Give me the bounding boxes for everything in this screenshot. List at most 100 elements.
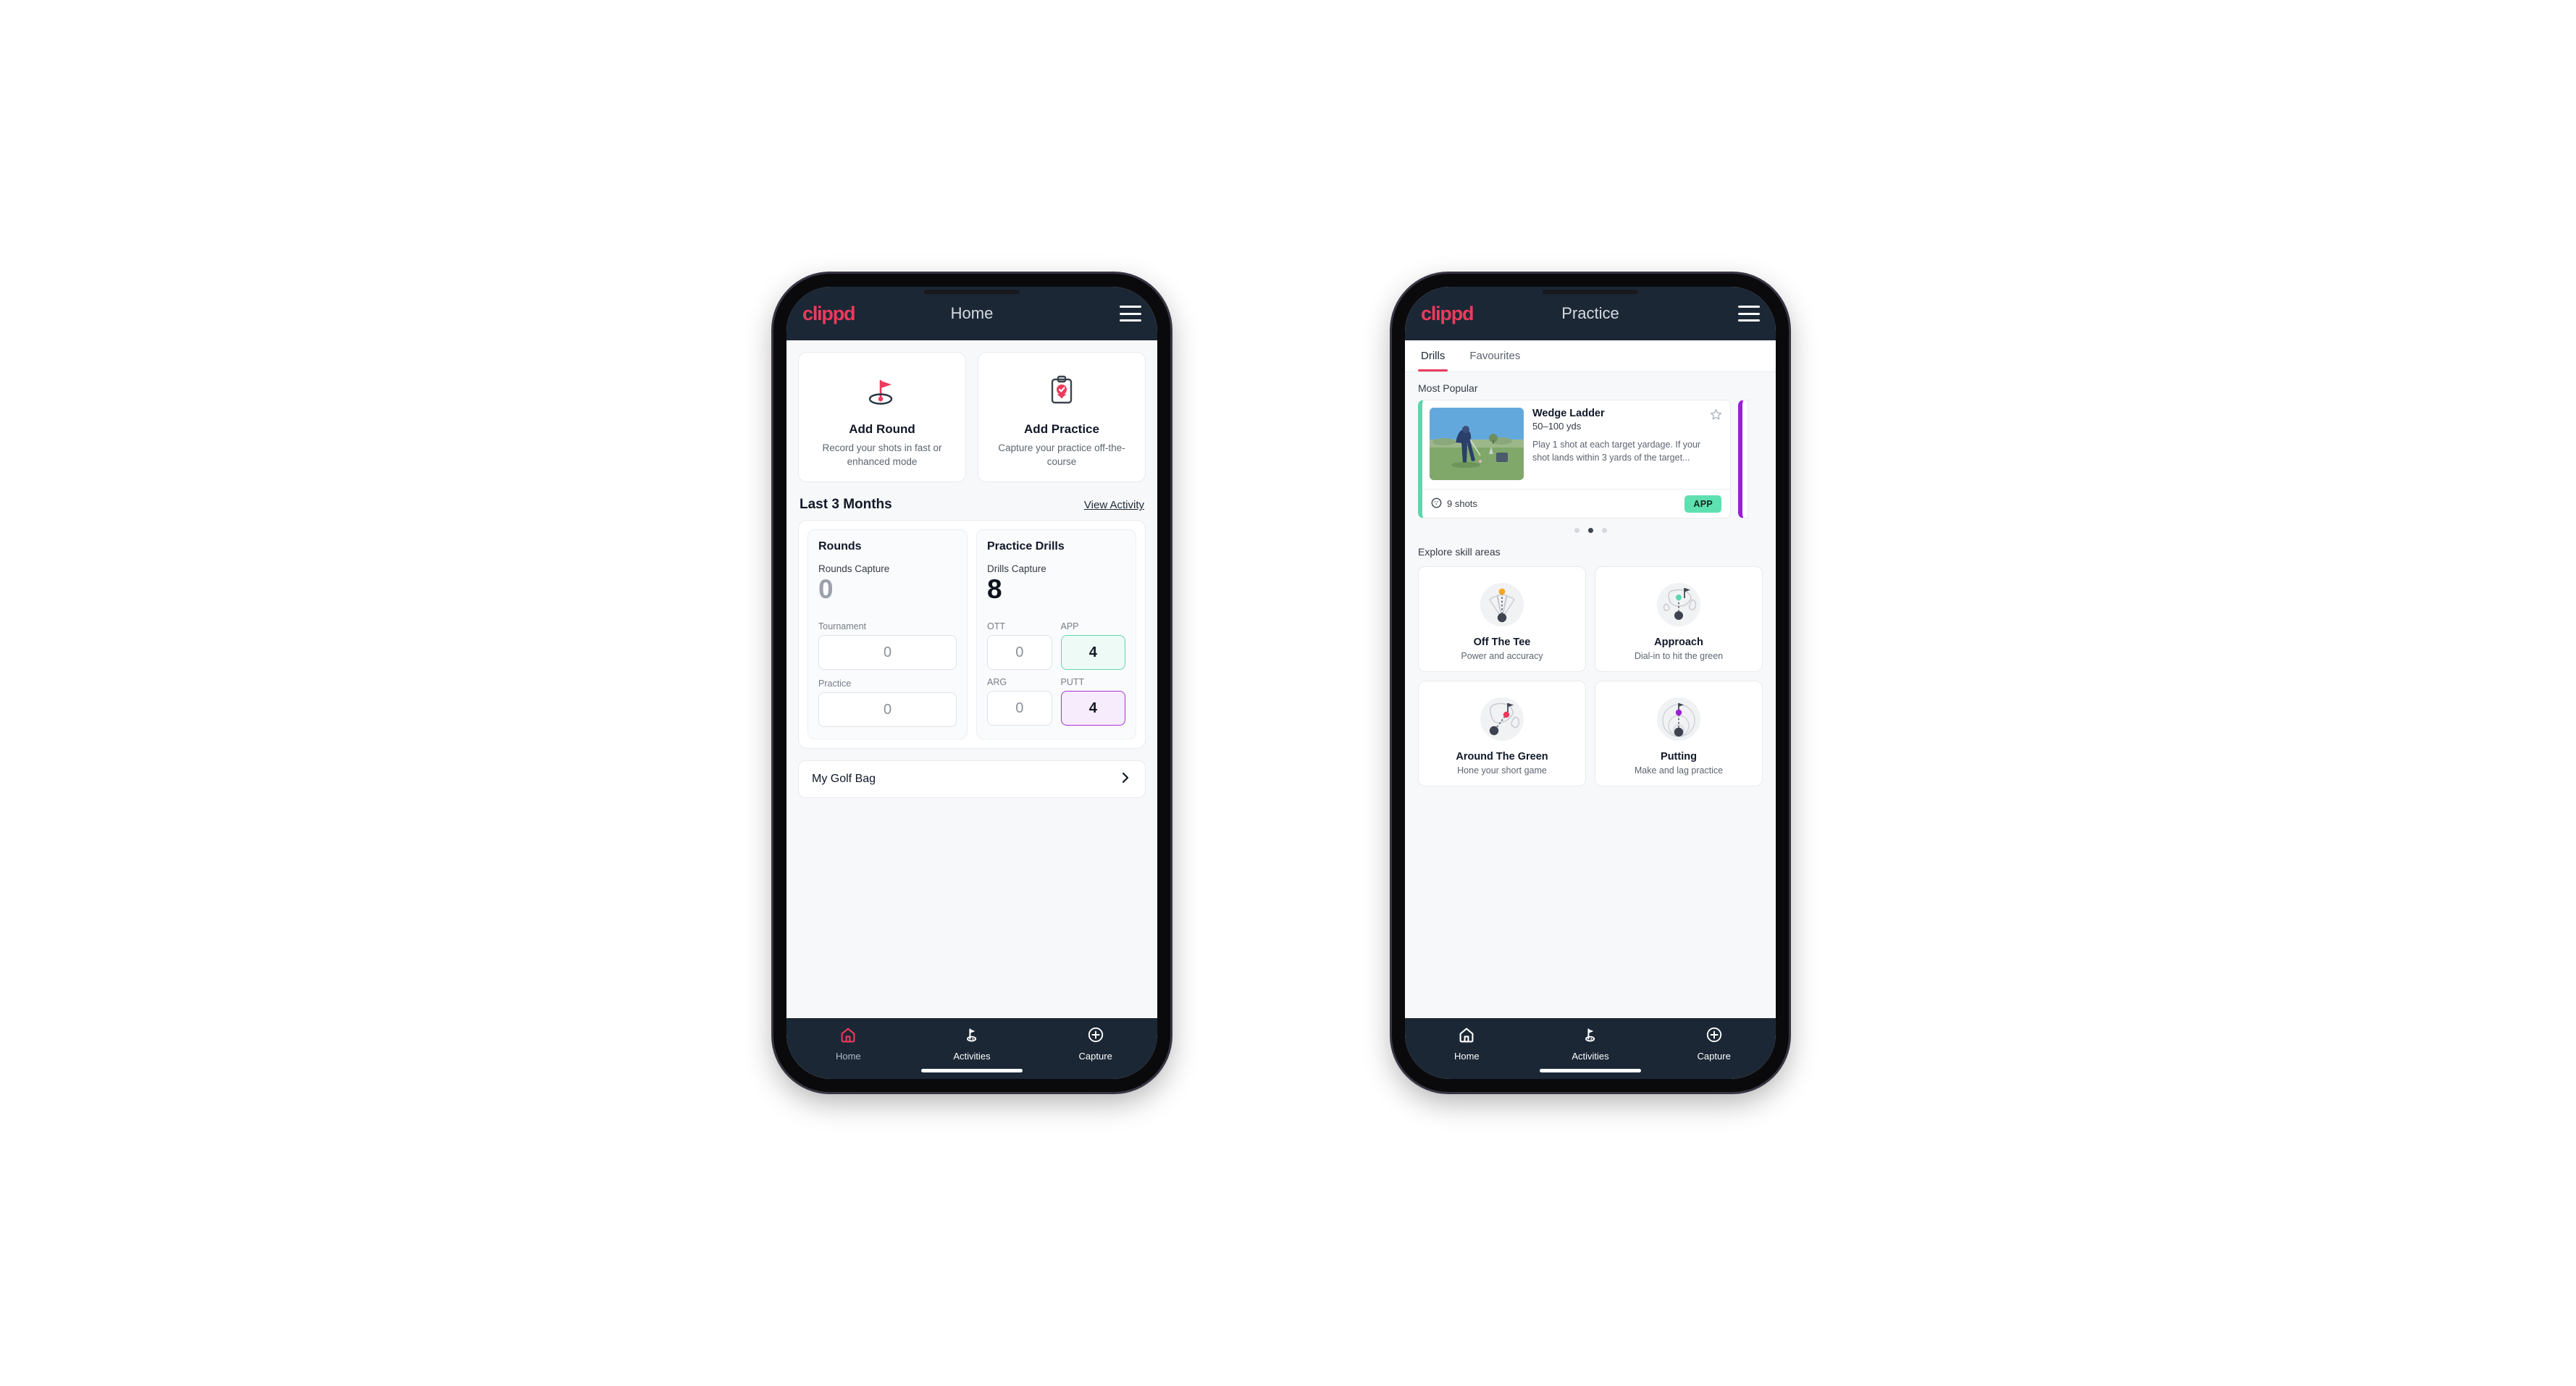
tab-drills[interactable]: Drills xyxy=(1418,340,1448,371)
practice-app-bar: clippd Practice xyxy=(1405,287,1776,340)
rounds-capture-value: 0 xyxy=(818,574,834,605)
section-title: Last 3 Months xyxy=(800,497,892,513)
skill-card-off-the-tee[interactable]: Off The Tee Power and accuracy xyxy=(1418,566,1586,672)
practice-bottom-nav: Home Activities Capture xyxy=(1405,1018,1776,1079)
golfer-wedge-photo xyxy=(1430,408,1524,480)
green-approach-icon xyxy=(1601,577,1756,632)
explore-skill-areas-label: Explore skill areas xyxy=(1418,546,1501,558)
skill-subtitle: Dial-in to hit the green xyxy=(1634,651,1724,661)
ott-field: OTT 0 xyxy=(987,621,1052,671)
skill-subtitle: Power and accuracy xyxy=(1461,651,1543,661)
nav-activities[interactable]: Activities xyxy=(1529,1026,1653,1062)
putting-rings-icon xyxy=(1601,692,1756,747)
putt-label: PUTT xyxy=(1060,677,1085,688)
carousel-pagination xyxy=(1405,518,1776,536)
earpiece-speaker xyxy=(924,290,1020,294)
clippd-logo: clippd xyxy=(802,302,856,324)
add-practice-card[interactable]: Add Practice Capture your practice off-t… xyxy=(978,352,1146,483)
my-golf-bag-row[interactable]: My Golf Bag xyxy=(798,760,1146,799)
putt-field: PUTT 4 xyxy=(1060,677,1125,726)
app-field: APP 4 xyxy=(1060,621,1125,671)
home-content: Add Round Record your shots in fast or e… xyxy=(786,340,1157,1018)
golf-ball-icon xyxy=(1431,497,1442,511)
pagination-dot-active[interactable] xyxy=(1587,528,1593,533)
home-screen: clippd Home Add Round Record your shots … xyxy=(786,287,1157,1079)
hamburger-icon[interactable] xyxy=(1120,306,1141,322)
clippd-logo: clippd xyxy=(1421,302,1474,324)
ott-label: OTT xyxy=(987,621,1005,632)
skill-subtitle: Hone your short game xyxy=(1457,765,1547,776)
drill-shots: 9 shots xyxy=(1431,497,1477,511)
ott-value[interactable]: 0 xyxy=(987,635,1052,671)
rounds-column: Rounds Rounds Capture 0 Tournament 0 Pra… xyxy=(807,529,968,740)
practice-content: Most Popular Wedge Ladder 50–100 yds Pla… xyxy=(1405,372,1776,1018)
tab-favourites[interactable]: Favourites xyxy=(1467,340,1523,371)
tournament-field: Tournament 0 xyxy=(818,621,957,671)
home-app-bar: clippd Home xyxy=(786,287,1157,340)
nav-capture[interactable]: Capture xyxy=(1652,1026,1776,1062)
view-activity-link[interactable]: View Activity xyxy=(1084,499,1144,511)
drills-capture-label: Drills Capture xyxy=(987,563,1046,575)
practice-screen: clippd Practice Drills Favourites Most P… xyxy=(1405,287,1776,1079)
hamburger-icon[interactable] xyxy=(1738,306,1760,322)
nav-home-label: Home xyxy=(1453,1051,1480,1062)
tee-fan-icon xyxy=(1425,577,1579,632)
practice-label: Practice xyxy=(818,679,852,689)
pagination-dot[interactable] xyxy=(1601,528,1607,533)
skill-card-around-the-green[interactable]: Around The Green Hone your short game xyxy=(1418,681,1586,786)
add-practice-title: Add Practice xyxy=(1024,422,1099,436)
nav-capture-label: Capture xyxy=(1078,1051,1112,1062)
phone-practice: clippd Practice Drills Favourites Most P… xyxy=(1392,274,1789,1092)
chevron-right-icon xyxy=(1119,771,1132,788)
drill-carousel[interactable]: Wedge Ladder 50–100 yds Play 1 shot at e… xyxy=(1405,400,1776,518)
nav-home[interactable]: Home xyxy=(786,1026,910,1062)
home-icon xyxy=(1458,1026,1475,1047)
star-outline-icon[interactable] xyxy=(1709,408,1723,425)
practice-field: Practice 0 xyxy=(818,679,957,728)
golf-flag-hole-icon xyxy=(862,367,902,412)
putt-value[interactable]: 4 xyxy=(1060,691,1125,726)
add-round-title: Add Round xyxy=(849,422,915,436)
rounds-capture-label: Rounds Capture xyxy=(818,563,890,575)
drill-card-top: Wedge Ladder 50–100 yds Play 1 shot at e… xyxy=(1422,400,1730,489)
drill-card-footer: 9 shots APP xyxy=(1422,489,1730,518)
practice-value[interactable]: 0 xyxy=(818,692,957,728)
rounds-heading: Rounds xyxy=(818,540,862,553)
tab-drills-label: Drills xyxy=(1421,350,1446,362)
skill-card-putting[interactable]: Putting Make and lag practice xyxy=(1595,681,1763,786)
nav-activities-label: Activities xyxy=(953,1051,991,1062)
nav-activities[interactable]: Activities xyxy=(910,1026,1034,1062)
drill-shots-label: 9 shots xyxy=(1447,498,1477,509)
clipboard-check-icon xyxy=(1041,367,1082,412)
phone-home: clippd Home Add Round Record your shots … xyxy=(773,274,1170,1092)
arg-value[interactable]: 0 xyxy=(987,691,1052,726)
skill-card-approach[interactable]: Approach Dial-in to hit the green xyxy=(1595,566,1763,672)
practice-drills-column: Practice Drills Drills Capture 8 OTT 0 A… xyxy=(976,529,1136,740)
earpiece-speaker xyxy=(1543,290,1638,294)
add-practice-subtitle: Capture your practice off-the-course xyxy=(998,442,1125,467)
nav-capture[interactable]: Capture xyxy=(1033,1026,1157,1062)
skill-areas-grid: Off The Tee Power and accuracy Approach … xyxy=(1405,563,1776,798)
last-3-months-header: Last 3 Months View Activity xyxy=(786,482,1157,520)
app-value[interactable]: 4 xyxy=(1060,635,1125,671)
plus-circle-icon xyxy=(1706,1026,1723,1047)
practice-tabs: Drills Favourites xyxy=(1405,340,1776,372)
home-indicator xyxy=(1540,1069,1641,1072)
nav-home[interactable]: Home xyxy=(1405,1026,1529,1062)
plus-circle-icon xyxy=(1087,1026,1104,1047)
drill-meta: Wedge Ladder 50–100 yds Play 1 shot at e… xyxy=(1532,408,1723,480)
drills-heading: Practice Drills xyxy=(987,540,1065,553)
nav-home-label: Home xyxy=(835,1051,861,1062)
skill-subtitle: Make and lag practice xyxy=(1634,765,1724,776)
tournament-value[interactable]: 0 xyxy=(818,635,957,671)
next-drill-card-peek[interactable] xyxy=(1738,400,1748,518)
my-golf-bag-label: My Golf Bag xyxy=(812,773,876,786)
add-round-card[interactable]: Add Round Record your shots in fast or e… xyxy=(798,352,966,483)
drill-title: Wedge Ladder xyxy=(1532,408,1605,419)
skill-title: Off The Tee xyxy=(1473,637,1531,648)
pagination-dot[interactable] xyxy=(1574,528,1579,533)
skill-title: Approach xyxy=(1654,637,1703,648)
drill-card[interactable]: Wedge Ladder 50–100 yds Play 1 shot at e… xyxy=(1418,400,1731,518)
drill-category-grid: OTT 0 APP 4 ARG 0 PUTT 4 xyxy=(987,621,1125,726)
tournament-label: Tournament xyxy=(818,621,867,632)
